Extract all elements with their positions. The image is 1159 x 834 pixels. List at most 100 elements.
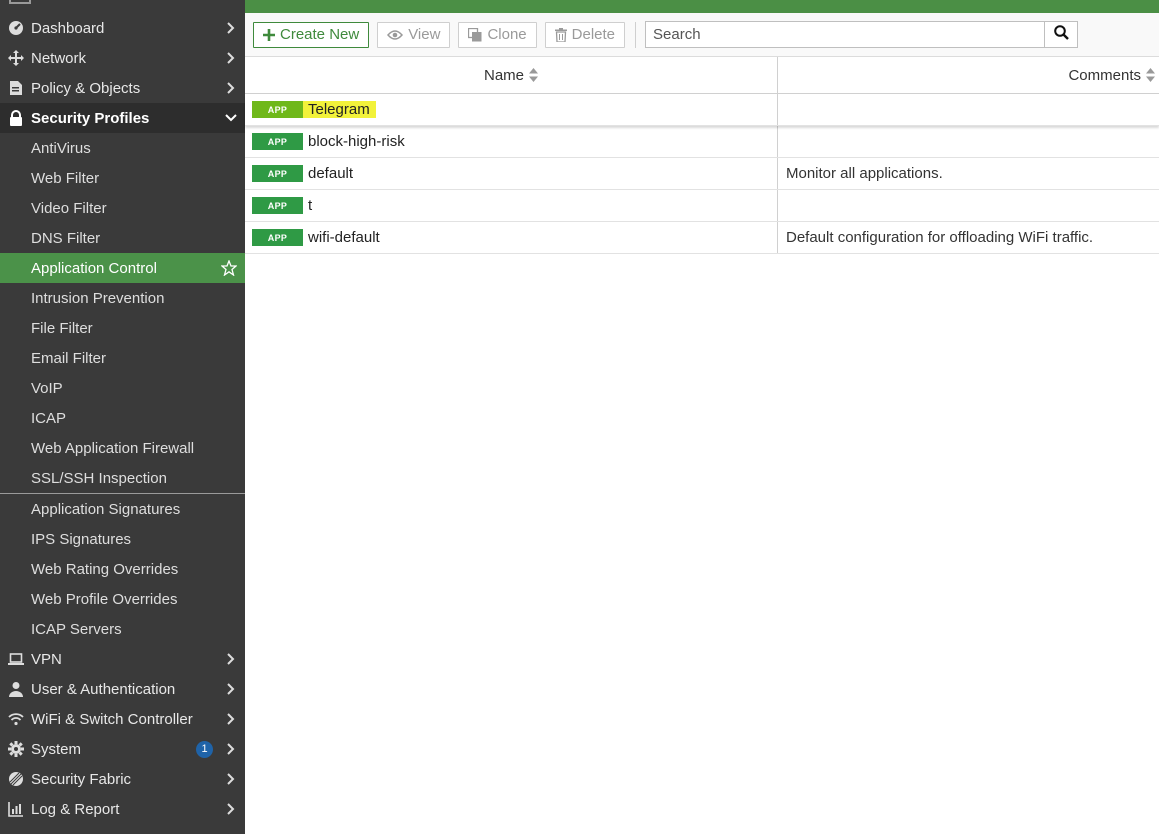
- profiles-table: Name Comments APP Telegram APP block-hig…: [245, 57, 1159, 254]
- sidebar-item-label: User & Authentication: [31, 680, 176, 698]
- comment-cell: [778, 94, 1159, 125]
- sidebar-item-application-control[interactable]: Application Control: [0, 253, 245, 283]
- sidebar-item-email-filter[interactable]: Email Filter: [0, 343, 245, 373]
- sidebar-item-system[interactable]: System 1: [0, 734, 245, 764]
- sidebar-item-label: Application Control: [31, 259, 157, 277]
- sidebar-item-label: Video Filter: [31, 199, 107, 217]
- sidebar-item-label: Log & Report: [31, 800, 120, 818]
- chart-icon: [7, 800, 25, 818]
- sidebar-item-icap-servers[interactable]: ICAP Servers: [0, 614, 245, 644]
- table-row[interactable]: APP t: [245, 190, 1159, 222]
- policy-icon: [7, 79, 25, 97]
- sidebar-item-web-filter[interactable]: Web Filter: [0, 163, 245, 193]
- sidebar-item-label: System: [31, 740, 82, 758]
- toolbar-divider: [635, 21, 637, 48]
- sidebar-item-label: IPS Signatures: [31, 530, 132, 548]
- create-new-label: Create New: [280, 26, 360, 43]
- view-button[interactable]: View: [377, 21, 451, 48]
- row-name: default: [308, 165, 354, 182]
- sidebar-item-wifi-switch[interactable]: WiFi & Switch Controller: [0, 704, 245, 734]
- chevron-right-icon: [225, 743, 237, 755]
- column-header-label: Name: [483, 66, 524, 84]
- dashboard-icon: [7, 19, 25, 37]
- column-header-name[interactable]: Name: [245, 57, 778, 93]
- sidebar-item-label: Security Fabric: [31, 770, 132, 788]
- sidebar-item-antivirus[interactable]: AntiVirus: [0, 133, 245, 163]
- chevron-right-icon: [225, 52, 237, 64]
- chevron-right-icon: [225, 803, 237, 815]
- sidebar-item-video-filter[interactable]: Video Filter: [0, 193, 245, 223]
- chevron-down-icon: [225, 112, 237, 124]
- top-bar: [245, 0, 1159, 13]
- sidebar-item-voip[interactable]: VoIP: [0, 373, 245, 403]
- sidebar-item-network[interactable]: Network: [0, 43, 245, 73]
- sort-icon: [529, 68, 538, 82]
- app-tag: APP: [252, 197, 303, 214]
- chevron-right-icon: [225, 773, 237, 785]
- sidebar: Dashboard Network Policy & Objects Secur…: [0, 0, 245, 834]
- column-header-comments[interactable]: Comments: [778, 57, 1159, 93]
- sidebar-item-label: VPN: [31, 650, 62, 668]
- network-icon: [7, 49, 25, 67]
- sidebar-item-file-filter[interactable]: File Filter: [0, 313, 245, 343]
- sidebar-item-security-profiles[interactable]: Security Profiles: [0, 103, 245, 133]
- table-row[interactable]: APP block-high-risk: [245, 126, 1159, 158]
- sidebar-item-log-report[interactable]: Log & Report: [0, 794, 245, 824]
- sidebar-item-user-authentication[interactable]: User & Authentication: [0, 674, 245, 704]
- chevron-right-icon: [225, 22, 237, 34]
- sidebar-item-label: WiFi & Switch Controller: [31, 710, 193, 728]
- row-name: t: [308, 197, 313, 214]
- search-button[interactable]: [1044, 22, 1078, 47]
- chevron-right-icon: [225, 683, 237, 695]
- name-cell: APP Telegram: [245, 94, 778, 125]
- gear-icon: [7, 740, 25, 758]
- comment-cell: [778, 126, 1159, 157]
- row-name: wifi-default: [308, 229, 380, 246]
- sidebar-item-ssl-ssh-inspection[interactable]: SSL/SSH Inspection: [0, 463, 245, 493]
- sidebar-item-label: Network: [31, 49, 87, 67]
- lock-icon: [7, 109, 25, 127]
- sidebar-item-web-rating-overrides[interactable]: Web Rating Overrides: [0, 554, 245, 584]
- row-name: Telegram: [303, 101, 376, 118]
- notification-badge: 1: [196, 740, 213, 758]
- laptop-icon: [7, 650, 25, 668]
- search-input[interactable]: [646, 22, 1045, 47]
- logo-icon: [9, 0, 31, 4]
- comment-cell: [778, 190, 1159, 221]
- app-tag: APP: [252, 133, 303, 150]
- wifi-icon: [7, 710, 25, 728]
- sidebar-item-label: Intrusion Prevention: [31, 289, 165, 307]
- star-icon[interactable]: [221, 260, 237, 276]
- sidebar-item-waf[interactable]: Web Application Firewall: [0, 433, 245, 463]
- row-name: block-high-risk: [308, 133, 405, 150]
- sidebar-item-security-fabric[interactable]: Security Fabric: [0, 764, 245, 794]
- user-icon: [7, 680, 25, 698]
- sidebar-item-label: Web Rating Overrides: [31, 560, 179, 578]
- sidebar-item-intrusion-prevention[interactable]: Intrusion Prevention: [0, 283, 245, 313]
- sidebar-item-policy-objects[interactable]: Policy & Objects: [0, 73, 245, 103]
- create-new-button[interactable]: Create New: [253, 21, 370, 48]
- clone-label: Clone: [487, 26, 527, 43]
- search-icon: [1053, 25, 1069, 44]
- name-cell: APP t: [245, 190, 778, 221]
- app-tag: APP: [252, 101, 303, 118]
- sidebar-item-dashboard[interactable]: Dashboard: [0, 13, 245, 43]
- table-row[interactable]: APP Telegram: [245, 94, 1159, 126]
- sidebar-item-dns-filter[interactable]: DNS Filter: [0, 223, 245, 253]
- app-tag: APP: [252, 229, 303, 246]
- copy-icon: [468, 27, 482, 42]
- table-header: Name Comments: [245, 57, 1159, 94]
- sidebar-item-ips-signatures[interactable]: IPS Signatures: [0, 524, 245, 554]
- sidebar-item-label: AntiVirus: [31, 139, 91, 157]
- clone-button[interactable]: Clone: [458, 21, 537, 48]
- table-row[interactable]: APP default Monitor all applications.: [245, 158, 1159, 190]
- sidebar-item-icap[interactable]: ICAP: [0, 403, 245, 433]
- sidebar-item-vpn[interactable]: VPN: [0, 644, 245, 674]
- sidebar-item-label: VoIP: [31, 379, 63, 397]
- sidebar-item-application-signatures[interactable]: Application Signatures: [0, 494, 245, 524]
- sidebar-item-web-profile-overrides[interactable]: Web Profile Overrides: [0, 584, 245, 614]
- delete-button[interactable]: Delete: [544, 21, 626, 48]
- sidebar-item-label: Web Filter: [31, 169, 100, 187]
- sidebar-item-label: Email Filter: [31, 349, 107, 367]
- table-row[interactable]: APP wifi-default Default configuration f…: [245, 222, 1159, 254]
